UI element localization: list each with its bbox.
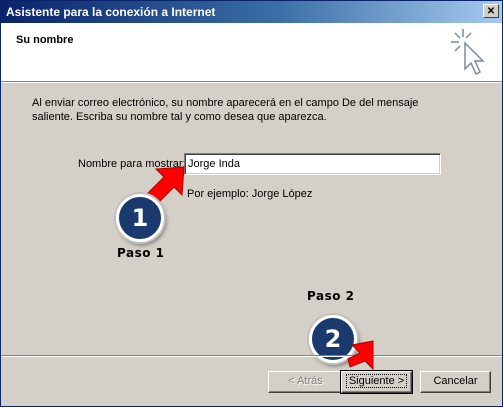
footer-divider: [1, 355, 502, 357]
display-name-input[interactable]: [184, 153, 441, 175]
step1-label: Paso 1: [117, 246, 165, 260]
wizard-window: Asistente para la conexión a Internet ✕ …: [0, 0, 503, 407]
next-button-label: Siguiente >: [345, 374, 408, 388]
step2-label: Paso 2: [307, 289, 355, 303]
wizard-cursor-icon: [451, 29, 485, 76]
example-text: Por ejemplo: Jorge López: [187, 188, 313, 200]
title-bar: Asistente para la conexión a Internet ✕: [1, 1, 502, 23]
intro-text: Al enviar correo electrónico, su nombre …: [32, 97, 419, 123]
window-title: Asistente para la conexión a Internet: [6, 5, 216, 19]
header-divider: [1, 82, 502, 83]
step2-arrow-icon: [347, 340, 374, 371]
cancel-button[interactable]: Cancelar: [420, 371, 491, 393]
wizard-header: Su nombre: [1, 23, 502, 82]
back-button[interactable]: < Atrás: [268, 371, 343, 393]
step1-badge: 1: [116, 194, 164, 242]
step-title: Su nombre: [16, 34, 74, 46]
close-button[interactable]: ✕: [483, 4, 499, 18]
next-button[interactable]: Siguiente >: [340, 370, 413, 394]
